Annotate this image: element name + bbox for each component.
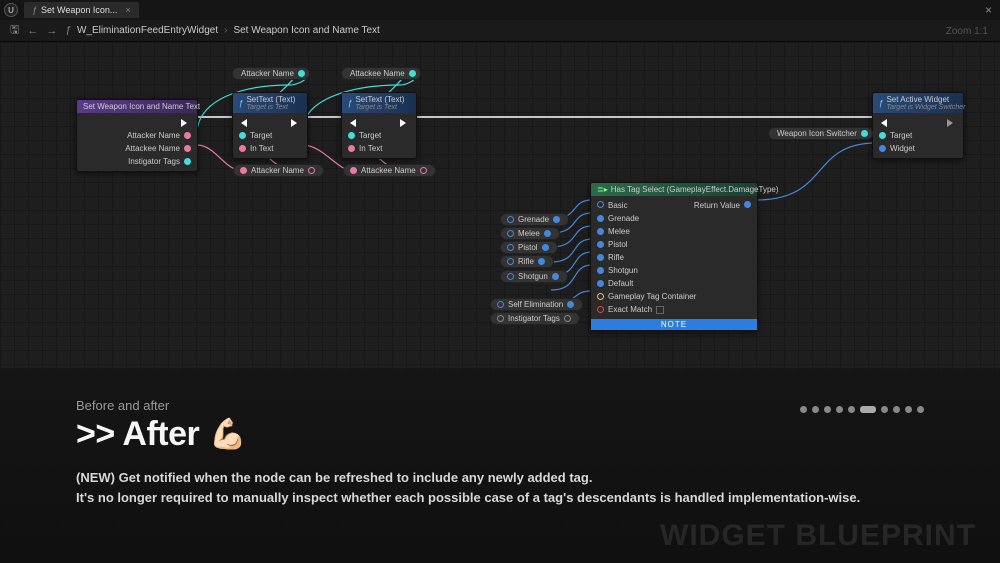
- in-pin[interactable]: [879, 132, 886, 139]
- pill-instigator-tags[interactable]: Instigator Tags: [490, 312, 580, 325]
- pill-pistol[interactable]: Pistol: [500, 241, 558, 254]
- node-has-tag-select[interactable]: ≣▸Has Tag Select (GameplayEffect.DamageT…: [590, 182, 758, 331]
- tab-title: Set Weapon Icon...: [41, 5, 117, 15]
- nav-back-icon[interactable]: ←: [27, 25, 38, 37]
- close-icon[interactable]: ×: [125, 5, 130, 15]
- exec-pin[interactable]: [875, 119, 887, 127]
- exec-pin[interactable]: [344, 119, 356, 127]
- out-pin[interactable]: [420, 167, 427, 174]
- toolbar: 🖫 ← → ƒ W_EliminationFeedEntryWidget › S…: [0, 20, 1000, 42]
- breadcrumb[interactable]: ƒ W_EliminationFeedEntryWidget › Set Wea…: [65, 25, 379, 36]
- save-icon[interactable]: 🖫: [10, 21, 19, 40]
- in-pin[interactable]: [348, 145, 355, 152]
- in-pin[interactable]: [239, 132, 246, 139]
- var-attacker-name[interactable]: Attacker Name: [232, 67, 310, 80]
- node-header: ƒSet Active WidgetTarget is Widget Switc…: [873, 93, 963, 113]
- pagination-dots[interactable]: [800, 406, 924, 413]
- dot[interactable]: [893, 406, 900, 413]
- dot-active[interactable]: [860, 406, 876, 413]
- out-pin[interactable]: [308, 167, 315, 174]
- breadcrumb-func: Set Weapon Icon and Name Text: [233, 25, 379, 36]
- exec-pin[interactable]: [947, 119, 957, 127]
- out-pin[interactable]: [184, 132, 191, 139]
- node-settext-1[interactable]: ƒSetText (Text)Target is Text Target In …: [232, 92, 308, 159]
- exec-pin[interactable]: [291, 119, 301, 127]
- dot[interactable]: [917, 406, 924, 413]
- node-header: ≣▸Has Tag Select (GameplayEffect.DamageT…: [591, 183, 757, 196]
- dot[interactable]: [881, 406, 888, 413]
- presentation-overlay: Before and after >> After 💪🏻 (NEW) Get n…: [0, 368, 1000, 563]
- in-pin[interactable]: [348, 132, 355, 139]
- var-weapon-icon-switcher[interactable]: Weapon Icon Switcher: [768, 127, 873, 140]
- exact-match-checkbox[interactable]: [656, 306, 664, 314]
- tab-bar: U ƒ Set Weapon Icon... ×: [0, 0, 1000, 20]
- out-pin[interactable]: [861, 130, 868, 137]
- in-pin[interactable]: [879, 145, 886, 152]
- dot[interactable]: [905, 406, 912, 413]
- window-close-icon[interactable]: ×: [985, 3, 992, 17]
- dot[interactable]: [812, 406, 819, 413]
- dot[interactable]: [800, 406, 807, 413]
- var-attacker-name-in[interactable]: Attacker Name: [233, 164, 324, 177]
- exec-pin[interactable]: [235, 119, 247, 127]
- in-pin[interactable]: [350, 167, 357, 174]
- overlay-title: >> After 💪🏻: [76, 415, 924, 454]
- chevron-right-icon: ›: [224, 25, 227, 36]
- fx-icon: ƒ: [32, 5, 37, 15]
- fx-icon: ƒ: [65, 25, 71, 36]
- var-attackee-name-in[interactable]: Attackee Name: [343, 164, 436, 177]
- node-set-active-widget[interactable]: ƒSet Active WidgetTarget is Widget Switc…: [872, 92, 964, 159]
- pill-self-elim[interactable]: Self Elimination: [490, 298, 583, 311]
- muscle-icon: 💪🏻: [209, 417, 246, 452]
- node-header: Set Weapon Icon and Name Text: [77, 100, 197, 113]
- exec-pin[interactable]: [400, 119, 410, 127]
- pill-melee[interactable]: Melee: [500, 227, 560, 240]
- note-bar[interactable]: NOTE: [591, 319, 757, 330]
- node-header: ƒSetText (Text)Target is Text: [342, 93, 416, 113]
- nav-fwd-icon[interactable]: →: [46, 25, 57, 37]
- out-pin[interactable]: [409, 70, 416, 77]
- out-pin[interactable]: [184, 145, 191, 152]
- overlay-subtitle: Before and after: [76, 398, 924, 413]
- dot[interactable]: [848, 406, 855, 413]
- in-pin[interactable]: [240, 167, 247, 174]
- overlay-body: (NEW) Get notified when the node can be …: [76, 468, 924, 507]
- out-pin[interactable]: [298, 70, 305, 77]
- zoom-label: Zoom 1:1: [946, 26, 988, 37]
- dot[interactable]: [836, 406, 843, 413]
- watermark-text: WIDGET BLUEPRINT: [660, 519, 976, 553]
- out-pin[interactable]: [184, 158, 191, 165]
- breadcrumb-widget: W_EliminationFeedEntryWidget: [77, 25, 218, 36]
- node-header: ƒSetText (Text)Target is Text: [233, 93, 307, 113]
- node-title: Set Weapon Icon and Name Text: [83, 102, 200, 111]
- dot[interactable]: [824, 406, 831, 413]
- node-entry[interactable]: Set Weapon Icon and Name Text Attacker N…: [76, 99, 198, 172]
- exec-pin[interactable]: [181, 119, 191, 127]
- pill-shotgun[interactable]: Shotgun: [500, 270, 568, 283]
- pill-grenade[interactable]: Grenade: [500, 213, 569, 226]
- in-pin[interactable]: [239, 145, 246, 152]
- node-settext-2[interactable]: ƒSetText (Text)Target is Text Target In …: [341, 92, 417, 159]
- ue-logo-icon: U: [4, 3, 18, 17]
- var-attackee-name[interactable]: Attackee Name: [341, 67, 421, 80]
- pill-rifle[interactable]: Rifle: [500, 255, 554, 268]
- editor-tab[interactable]: ƒ Set Weapon Icon... ×: [24, 2, 139, 18]
